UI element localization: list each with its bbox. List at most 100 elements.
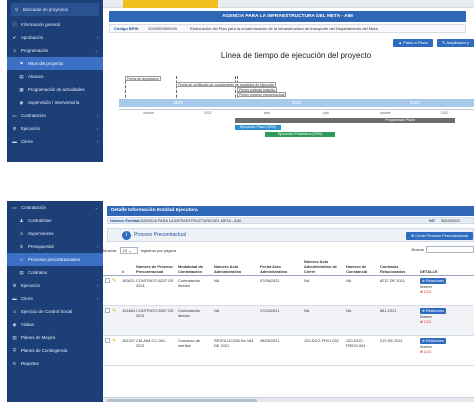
relations-button-label: Relaciones: [426, 338, 444, 343]
project-search-input[interactable]: ⚲ Buscador de proyectos: [11, 3, 99, 16]
column-header[interactable]: DETALLE: [418, 245, 474, 276]
row-checkbox[interactable]: [105, 307, 110, 313]
remove-relation-button[interactable]: ✖ 1021: [420, 320, 472, 324]
column-header[interactable]: #: [120, 245, 134, 276]
sidebar-item[interactable]: ▤ Alcance: [7, 70, 103, 83]
sidebar-item[interactable]: ▬ Cierre ‹: [7, 135, 103, 148]
table-header-row: # Número de Proceso Precontractual Modalid…: [103, 245, 474, 276]
horizontal-scrollbar[interactable]: [103, 397, 474, 402]
cell-rel: 219 DE 2021: [378, 335, 418, 366]
sidebar-item[interactable]: ▥ Planes de Mejora: [7, 331, 103, 344]
sidebar-item[interactable]: ⚙ Ejecución ‹: [7, 279, 103, 292]
chart-icon: ▥: [12, 334, 17, 340]
cell-num: CONTRATO 8237 DE 2021: [134, 275, 176, 306]
check-icon: ✔: [12, 34, 17, 40]
sidebar-item-label: Información general: [21, 22, 60, 27]
cell-cierre: 120-DCO-FR01-001: [302, 335, 344, 366]
gear-icon: ⚙: [12, 282, 17, 288]
sidebar-item[interactable]: ↻ Reportes: [7, 357, 103, 370]
sidebar-item-label: Hitos del proyecto: [28, 61, 64, 66]
chevron-icon: ‹: [96, 139, 98, 144]
sidebar-item[interactable]: ▭ Contratación ‹: [7, 109, 103, 122]
file-icon: ▤: [19, 73, 24, 79]
sidebar-item-label: Visitas: [21, 322, 34, 327]
row-checkbox[interactable]: [105, 337, 110, 343]
cell-fecha: 28/05/2021: [258, 335, 302, 366]
remove-relation-button[interactable]: ✖ 1021: [420, 350, 472, 354]
top-strip: [103, 0, 474, 8]
sidebar-item-label: Procesos precontractuales: [28, 257, 80, 262]
remove-relation-label: 1021: [423, 289, 432, 294]
cell-rel: 8237 DE 2021: [378, 275, 418, 306]
table-row[interactable]: ✎ 161297 CM-AIM-CC-001-2021 Concurso de mér…: [103, 335, 474, 366]
sidebar-item[interactable]: ⓘ Información general: [7, 18, 103, 31]
cell-acto: NA: [212, 275, 258, 306]
sidebar-item[interactable]: ▤ Contratos: [7, 266, 103, 279]
column-header[interactable]: Número Acto Administrativo: [212, 245, 258, 276]
sidebar-item[interactable]: ▬ Cierre ‹: [7, 292, 103, 305]
main-content: Detalle Información Entidad Ejecutora No…: [103, 201, 474, 402]
column-header[interactable]: Fecha Acto Administrativo: [258, 245, 302, 276]
entity-name-label: Nombre Entidad: [110, 218, 140, 223]
sidebar-item[interactable]: ♙ Supervisores: [7, 227, 103, 240]
sidebar-item-label: Ejercicio de Control Social: [21, 309, 73, 314]
sidebar-item-label: Aprobación: [21, 35, 44, 40]
sidebar-item[interactable]: ▦ Programación de actividades: [7, 83, 103, 96]
create-process-button[interactable]: ⊕ Crear Proceso Precontractual: [405, 232, 473, 240]
sidebar-item[interactable]: ◉ Supervisión / Interventoría: [7, 96, 103, 109]
detail-cell: ⊕ Relaciones Número ✖ 1021: [418, 275, 474, 306]
sidebar-item-label: Alcance: [28, 74, 44, 79]
sidebar-item[interactable]: ♟ Contratistas: [7, 214, 103, 227]
cell-const: NA: [344, 305, 378, 336]
pencil-icon[interactable]: ✎: [112, 308, 116, 314]
timeline-axis: octubre 2021 abril julio octubre 2022: [119, 109, 474, 115]
calendar-icon: ▦: [19, 86, 24, 92]
sidebar-item[interactable]: ⚙ Ejecución ‹: [7, 122, 103, 135]
bar-ejecucion-plazo: Ejecución Plazo (53%): [235, 125, 281, 130]
row-checkbox[interactable]: [105, 277, 110, 283]
remove-relation-button[interactable]: ✖ 1021: [420, 290, 472, 294]
axis-tick: octubre: [379, 111, 391, 115]
sidebar-item[interactable]: $ Presupuestal ‹: [7, 240, 103, 253]
info-icon: ⓘ: [12, 21, 17, 27]
project-timeline-screen: ⚲ Buscador de proyectos ⓘ Información gen…: [0, 0, 474, 162]
column-header[interactable]: Contratos Relacionados: [378, 245, 418, 276]
sidebar-item[interactable]: ⚑ Hitos del proyecto: [7, 57, 103, 70]
process-header: i Proceso Precontractual ⊕ Crear Proceso…: [107, 228, 474, 242]
relations-button[interactable]: ⊕ Relaciones: [420, 307, 446, 314]
sidebar-item[interactable]: ≡ Programación ⌄: [7, 44, 103, 57]
remove-relation-label: 1021: [423, 349, 432, 354]
column-header[interactable]: Número de Constancia: [344, 245, 378, 276]
chevron-icon: ‹: [96, 126, 98, 131]
sidebar-item[interactable]: ▭ Contratación ⌄: [7, 201, 103, 214]
cell-id: 151664: [120, 305, 135, 336]
sidebar-item[interactable]: ≡ Procesos precontractuales: [7, 253, 103, 266]
column-header[interactable]: Modalidad de Contratación: [176, 245, 212, 276]
process-title: Proceso Precontractual: [134, 232, 186, 238]
pencil-icon[interactable]: ✎: [112, 278, 116, 284]
people-icon: ☺: [12, 309, 17, 314]
cell-mod: Contratación directa: [176, 305, 212, 336]
plano-button[interactable]: ▲ Plano a Plano: [393, 39, 434, 47]
sidebar-item[interactable]: ✔ Aprobación ‹: [7, 31, 103, 44]
table-row[interactable]: ✎ 151664 CONTRATO 8097 DE 2021 Contratación…: [103, 305, 474, 336]
column-header[interactable]: [103, 245, 110, 276]
column-header[interactable]: Número Acto Administrativo de Cierre: [302, 245, 344, 276]
chevron-icon: ‹: [96, 296, 98, 301]
chevron-icon: ‹: [96, 35, 98, 40]
sidebar-item[interactable]: ☺ Ejercicio de Control Social: [7, 305, 103, 318]
table-row[interactable]: ✎ 163621 CONTRATO 8237 DE 2021 Contratación…: [103, 275, 474, 306]
column-header[interactable]: Número de Proceso Precontractual: [134, 245, 176, 276]
axis-tick: 2021: [204, 111, 212, 115]
column-header[interactable]: [110, 245, 120, 276]
sidebar-item[interactable]: ⛨ Planes de Contingencia: [7, 344, 103, 357]
axis-tick: julio: [323, 111, 330, 115]
relations-button[interactable]: ⊕ Relaciones: [420, 337, 446, 344]
cell-rel: 881-2021: [378, 305, 418, 336]
relations-button[interactable]: ⊕ Relaciones: [420, 277, 446, 284]
pencil-icon[interactable]: ✎: [112, 338, 116, 344]
ampliacion-button[interactable]: ✎ Ampliación y: [437, 39, 474, 47]
row-edit-cell: ✎: [110, 305, 120, 336]
sidebar: ⚲ Buscador de proyectos ⓘ Información gen…: [7, 0, 103, 162]
sidebar-item[interactable]: ◉ Visitas: [7, 318, 103, 331]
